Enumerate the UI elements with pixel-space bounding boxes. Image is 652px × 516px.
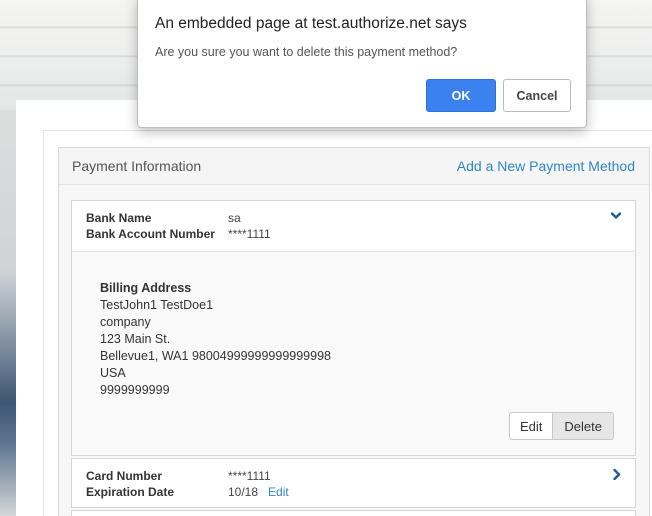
cancel-button[interactable]: Cancel xyxy=(503,79,571,112)
expiration-date-label: Expiration Date xyxy=(86,485,175,499)
edit-button[interactable]: Edit xyxy=(509,412,554,440)
billing-address-heading: Billing Address xyxy=(100,281,192,295)
ok-button[interactable]: OK xyxy=(426,79,496,112)
credit-card-card[interactable]: Card Number ****1111 Expiration Date 10/… xyxy=(71,458,636,508)
billing-address-line: company xyxy=(100,315,151,329)
bank-details-body: Billing Address TestJohn1 TestDoe1 compa… xyxy=(72,252,635,455)
add-payment-method-link[interactable]: Add a New Payment Method xyxy=(457,158,635,174)
billing-address-line: USA xyxy=(100,366,126,380)
expiration-date-row: 10/18 Edit xyxy=(228,485,289,499)
next-payment-card xyxy=(71,510,636,516)
chevron-down-icon[interactable] xyxy=(611,212,621,222)
dialog-title: An embedded page at test.authorize.net s… xyxy=(155,15,467,32)
bank-account-number-label: Bank Account Number xyxy=(86,227,215,241)
delete-button[interactable]: Delete xyxy=(553,412,614,440)
dialog-message: Are you sure you want to delete this pay… xyxy=(155,45,458,59)
bank-name-label: Bank Name xyxy=(86,211,152,225)
billing-address: Billing Address TestJohn1 TestDoe1 compa… xyxy=(100,280,331,399)
card-number-value: ****1111 xyxy=(228,469,271,483)
chevron-right-icon[interactable] xyxy=(613,469,623,480)
card-number-label: Card Number xyxy=(86,469,163,483)
bank-account-card: Bank Name sa Bank Account Number ****111… xyxy=(71,200,636,456)
expiration-date-value: 10/18 xyxy=(228,485,259,499)
bank-actions: Edit Delete xyxy=(509,412,614,440)
billing-address-line: 123 Main St. xyxy=(100,332,171,346)
confirm-dialog: An embedded page at test.authorize.net s… xyxy=(137,0,587,128)
card-edit-link[interactable]: Edit xyxy=(268,485,289,499)
bank-account-number-value: ****1111 xyxy=(228,227,271,241)
billing-address-line: Bellevue1, WA1 98004999999999999998 xyxy=(100,349,331,363)
billing-address-line: 9999999999 xyxy=(100,383,170,397)
payment-information-header: Payment Information Add a New Payment Me… xyxy=(59,148,649,185)
bank-name-value: sa xyxy=(228,211,241,225)
billing-address-line: TestJohn1 TestDoe1 xyxy=(100,298,214,312)
payment-information-title: Payment Information xyxy=(72,158,202,174)
